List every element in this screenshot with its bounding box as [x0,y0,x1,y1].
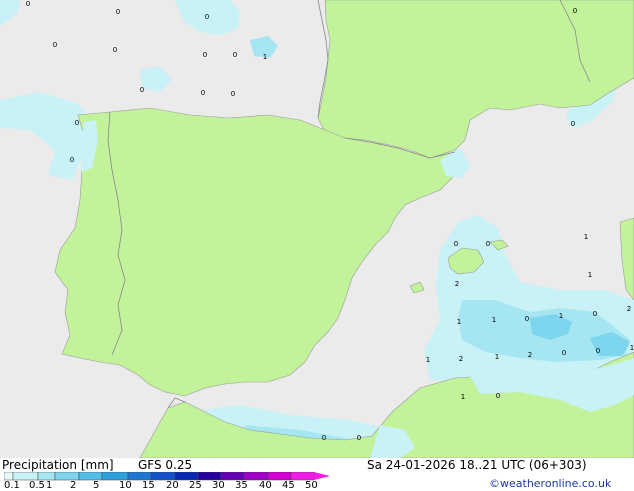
precip-value-label: 0 [113,46,117,54]
legend-color-swatch [54,472,80,481]
map-footer: Precipitation [mm] GFS 0.25 Sa 24-01-202… [0,458,634,491]
legend-color-swatch [243,472,269,481]
legend-color-swatch [12,472,39,481]
legend-tick-label: 30 [212,480,225,491]
credit-text: ©weatheronline.co.uk [489,477,612,490]
precip-value-label: 0 [322,434,326,442]
legend-tick-label: 20 [166,480,179,491]
legend-tick-label: 0.5 [29,480,45,491]
legend-tick-label: 50 [305,480,318,491]
map-title: Precipitation [mm] [2,458,114,472]
legend-color-swatch [37,472,56,481]
precip-value-label: 0 [454,240,458,248]
legend-color-swatch [174,472,199,481]
legend-tick-label: 1 [46,480,53,491]
legend-tick-label: 40 [259,480,272,491]
precip-value-label: 0 [596,347,600,355]
precip-value-label: 0 [496,392,500,400]
legend-color-swatch [78,472,103,481]
precip-value-label: 0 [525,315,529,323]
legend-tick-label: 15 [142,480,155,491]
precip-value-label: 0 [26,0,30,8]
precip-value-label: 0 [231,90,235,98]
precip-value-label: 1 [630,344,634,352]
precip-value-label: 1 [559,312,563,320]
legend-color-swatch [290,472,315,481]
precip-value-label: 1 [588,271,592,279]
precip-value-label: 1 [426,356,430,364]
precip-value-label: 1 [263,53,267,61]
legend-tick-label: 25 [189,480,202,491]
valid-datetime: Sa 24-01-2026 18..21 UTC (06+303) [367,458,587,472]
precip-value-label: 0 [593,310,597,318]
legend-tick-label: 5 [93,480,100,491]
precip-value-label: 1 [492,316,496,324]
precip-value-label: 0 [75,119,79,127]
legend-tick-label: 2 [70,480,77,491]
precip-value-label: 0 [486,240,490,248]
model-name: GFS 0.25 [138,458,193,472]
precip-value-label: 2 [627,305,631,313]
legend-color-swatch [220,472,245,481]
precip-value-label: 0 [201,89,205,97]
precip-value-label: 1 [457,318,461,326]
precip-value-label: 2 [528,351,532,359]
legend-tick-label: 35 [235,480,248,491]
legend-color-swatch [267,472,292,481]
precipitation-map: 0 0 0 0 0 0 0 1 0 0 0 0 0 0 0 0 0 1 1 2 1 1 0 1 0 2 1 2 1 2 0 0 1 1 0 0 0 [0,0,634,458]
precip-value-label: 2 [455,280,459,288]
precip-value-label: 0 [53,41,57,49]
legend-color-swatch [4,472,14,481]
precip-value-label: 1 [584,233,588,241]
legend-tick-label: 10 [119,480,132,491]
precip-value-label: 1 [461,393,465,401]
precip-value-label: 0 [571,120,575,128]
legend-color-swatch [127,472,152,481]
legend-tick-label: 0.1 [4,480,20,491]
legend-color-swatch [197,472,222,481]
map-canvas: 0 0 0 0 0 0 0 1 0 0 0 0 0 0 0 0 0 1 1 2 1 1 0 1 0 2 1 2 1 2 0 0 1 1 0 0 0 [0,0,634,458]
precip-value-label: 0 [562,349,566,357]
precip-value-label: 0 [357,434,361,442]
precip-value-label: 0 [70,156,74,164]
precip-value-label: 0 [116,8,120,16]
legend-tick-label: 45 [282,480,295,491]
precip-value-label: 0 [233,51,237,59]
legend-color-swatch [150,472,176,481]
legend-overflow-arrow [314,472,330,480]
precip-value-label: 1 [495,353,499,361]
legend-color-swatch [101,472,129,481]
precip-value-label: 0 [573,7,577,15]
precip-value-label: 0 [205,13,209,21]
precip-value-label: 2 [459,355,463,363]
precip-value-label: 0 [140,86,144,94]
precip-value-label: 0 [203,51,207,59]
